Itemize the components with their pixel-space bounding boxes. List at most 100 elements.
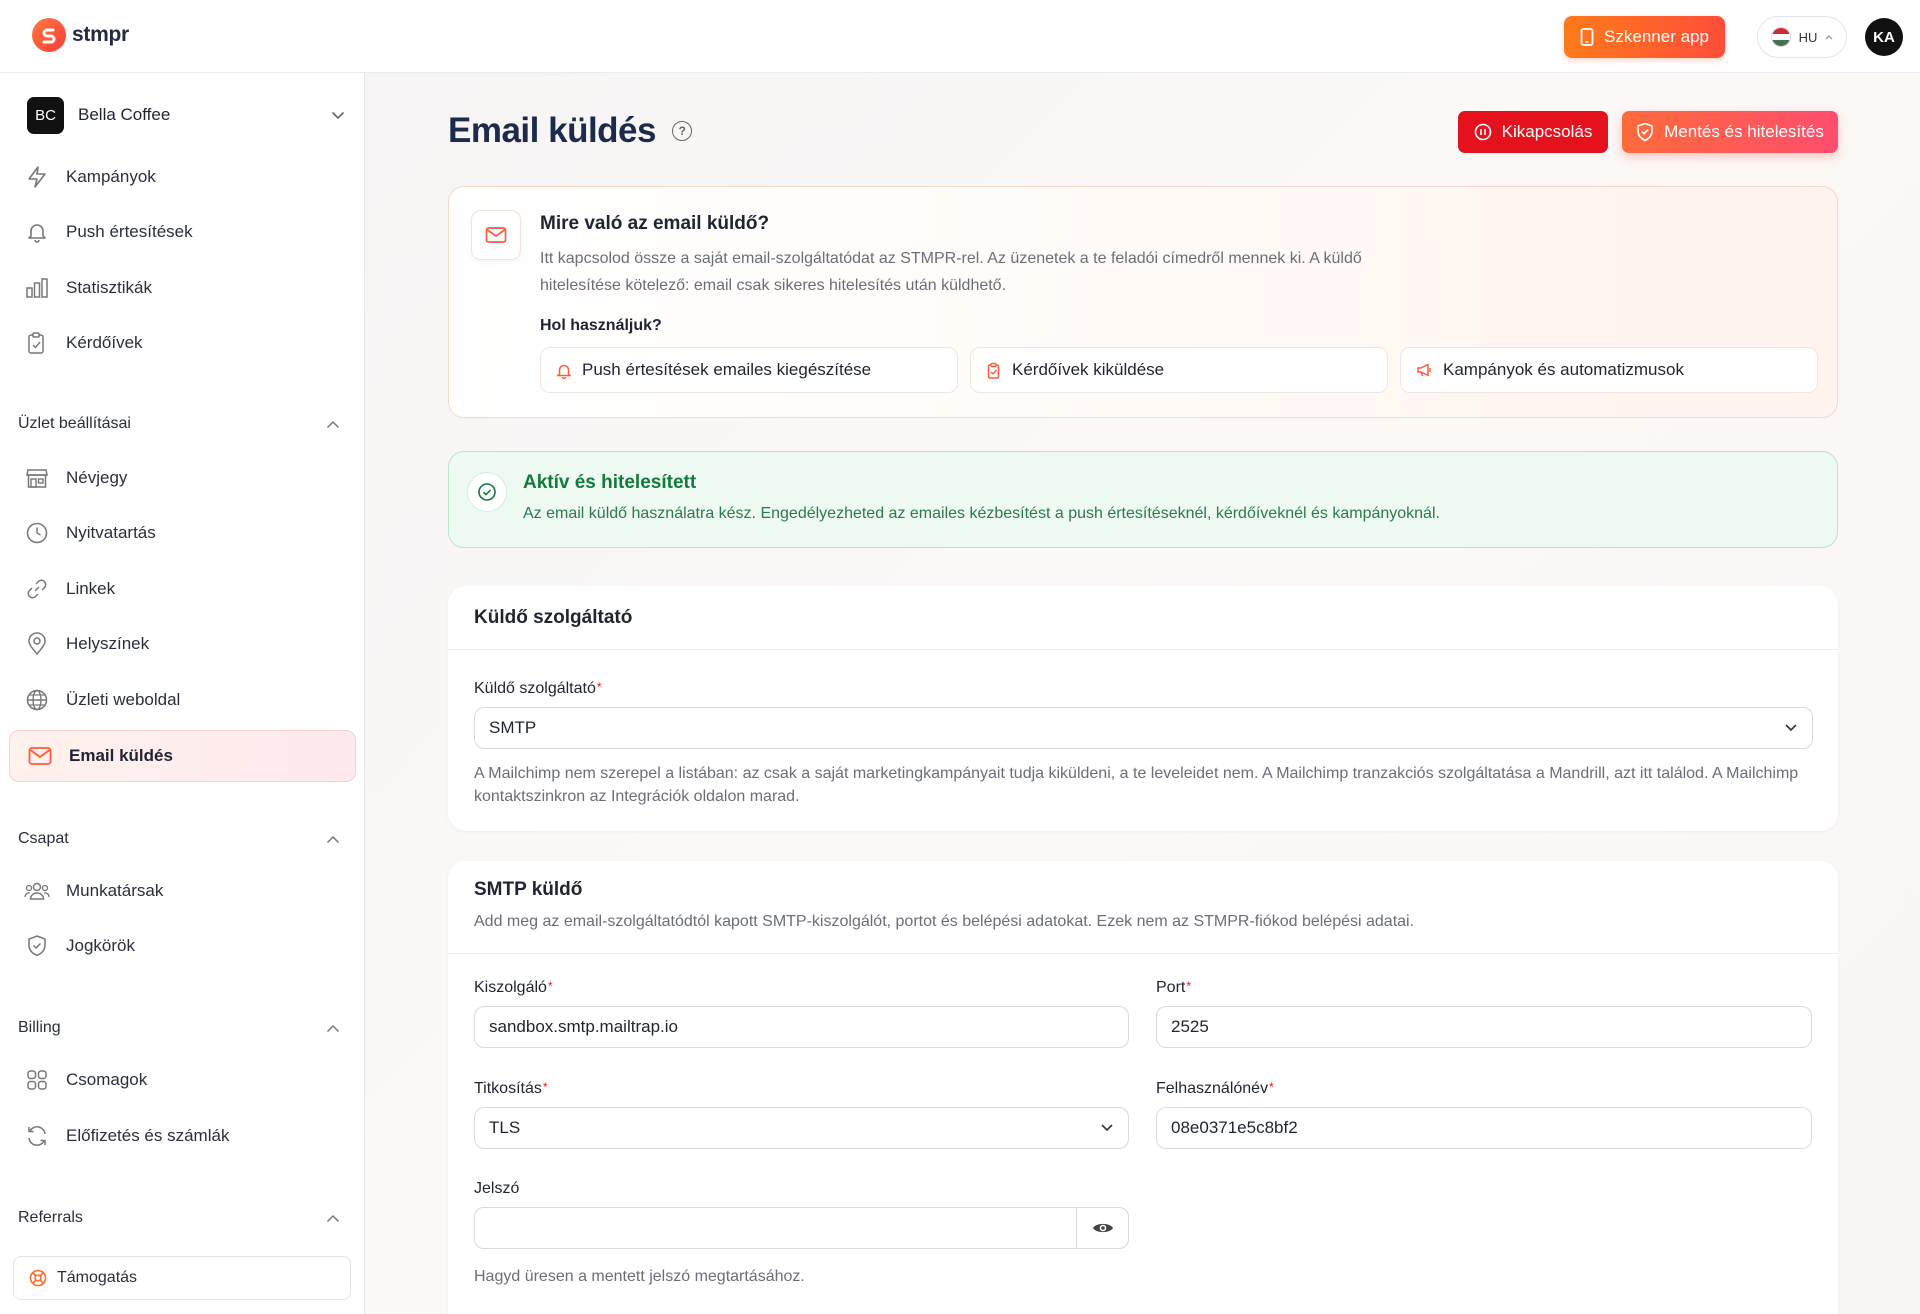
bar-chart-icon: [24, 275, 50, 301]
hungary-flag-icon: [1770, 27, 1791, 47]
section-team[interactable]: Csapat: [18, 830, 340, 848]
sidebar-item-surveys[interactable]: Kérdőívek: [24, 325, 143, 361]
chevron-up-icon: [326, 420, 340, 428]
clock-icon: [24, 520, 50, 546]
provider-card: Küldő szolgáltató Küldő szolgáltató* SMT…: [448, 586, 1838, 831]
status-text: Az email küldő használatra kész. Engedél…: [523, 505, 1440, 522]
port-input[interactable]: 2525: [1156, 1006, 1812, 1048]
section-billing[interactable]: Billing: [18, 1019, 340, 1037]
check-circle-icon: [467, 472, 507, 512]
support-label: Támogatás: [57, 1269, 138, 1286]
provider-card-title: Küldő szolgáltató: [448, 586, 1838, 650]
smtp-card-header: SMTP küldő Add meg az email-szolgáltatód…: [448, 861, 1838, 954]
shield-check-icon: [24, 933, 50, 959]
sidebar-item-profile[interactable]: Névjegy: [24, 460, 127, 496]
sidebar-item-subscription[interactable]: Előfizetés és számlák: [24, 1118, 229, 1154]
lightning-icon: [24, 164, 50, 190]
sidebar-item-links[interactable]: Linkek: [24, 571, 115, 607]
provider-select[interactable]: SMTP: [474, 707, 1813, 749]
scanner-app-label: Szkenner app: [1604, 27, 1709, 46]
pause-circle-icon: [1474, 123, 1491, 141]
section-shop-settings[interactable]: Üzlet beállításai: [18, 415, 340, 433]
user-avatar[interactable]: KA: [1865, 18, 1903, 56]
sidebar: BC Bella Coffee Kampányok Push értesítés…: [0, 73, 365, 1314]
host-input[interactable]: sandbox.smtp.mailtrap.io: [474, 1006, 1129, 1048]
mail-icon: [471, 210, 521, 260]
sidebar-item-label: Helyszínek: [66, 634, 150, 653]
phone-icon: [1580, 28, 1594, 46]
usage-chip-campaigns: Kampányok és automatizmusok: [1400, 347, 1818, 393]
host-label: Kiszolgáló*: [474, 979, 553, 996]
globe-icon: [24, 687, 50, 713]
sidebar-item-permissions[interactable]: Jogkörök: [24, 928, 135, 964]
sidebar-item-label: Email küldés: [69, 746, 173, 765]
usage-chip-label: Kérdőívek kiküldése: [1012, 360, 1165, 379]
main-content: Email küldés ? Kikapcsolás Mentés és hit…: [366, 73, 1920, 1314]
sidebar-item-locations[interactable]: Helyszínek: [24, 626, 149, 662]
encryption-select[interactable]: TLS: [474, 1107, 1129, 1149]
usage-chip-push: Push értesítések emailes kiegészítése: [540, 347, 958, 393]
disable-button[interactable]: Kikapcsolás: [1458, 111, 1608, 153]
top-bar: stmpr Szkenner app HU KA: [0, 0, 1920, 73]
sidebar-item-email-sending[interactable]: Email küldés: [9, 730, 356, 782]
sidebar-item-label: Csomagok: [66, 1070, 148, 1089]
store-icon: [24, 465, 50, 491]
password-input[interactable]: [474, 1207, 1129, 1249]
chevron-down-icon: [1101, 1124, 1113, 1132]
page-title: Email küldés ?: [448, 111, 692, 151]
status-card: Aktív és hitelesített Az email küldő has…: [448, 451, 1838, 548]
scanner-app-button[interactable]: Szkenner app: [1564, 16, 1725, 58]
sidebar-item-campaigns[interactable]: Kampányok: [24, 159, 156, 195]
section-referrals[interactable]: Referrals: [18, 1209, 340, 1227]
org-badge: BC: [27, 96, 64, 134]
show-password-button[interactable]: [1076, 1208, 1128, 1248]
sidebar-item-push[interactable]: Push értesítések: [24, 214, 193, 250]
provider-select-value: SMTP: [489, 718, 537, 737]
map-pin-icon: [24, 631, 50, 657]
sidebar-item-label: Üzleti weboldal: [66, 690, 181, 709]
language-selector[interactable]: HU: [1757, 16, 1847, 58]
section-title: Billing: [18, 1019, 61, 1036]
shield-check-icon: [1637, 122, 1653, 142]
status-title: Aktív és hitelesített: [523, 472, 697, 493]
section-title: Üzlet beállításai: [18, 415, 131, 432]
mail-icon: [27, 743, 53, 769]
sidebar-item-label: Statisztikák: [66, 278, 152, 297]
clipboard-icon: [24, 330, 50, 356]
bell-icon: [556, 364, 572, 379]
info-card: Mire való az email küldő? Itt kapcsolod …: [448, 186, 1838, 418]
usage-chip-surveys: Kérdőívek kiküldése: [970, 347, 1388, 393]
grid-icon: [24, 1067, 50, 1093]
sidebar-item-label: Nyitvatartás: [66, 523, 156, 542]
chevron-up-icon: [326, 1024, 340, 1032]
logo[interactable]: stmpr: [32, 18, 129, 52]
sidebar-item-label: Push értesítések: [66, 222, 193, 241]
sidebar-item-opening-hours[interactable]: Nyitvatartás: [24, 515, 156, 551]
logo-text: stmpr: [72, 23, 129, 46]
logo-icon: [32, 18, 66, 52]
password-label: Jelszó: [474, 1180, 520, 1197]
megaphone-icon: [1417, 363, 1431, 377]
support-button[interactable]: Támogatás: [13, 1256, 351, 1300]
sidebar-item-label: Linkek: [66, 579, 116, 598]
org-switcher[interactable]: BC Bella Coffee: [27, 96, 345, 134]
save-and-verify-button[interactable]: Mentés és hitelesítés: [1622, 111, 1838, 153]
info-text: Itt kapcsolod össze a saját email-szolgá…: [540, 250, 1362, 294]
disable-label: Kikapcsolás: [1501, 122, 1593, 141]
sidebar-item-label: Előfizetés és számlák: [66, 1126, 230, 1145]
sidebar-item-staff[interactable]: Munkatársak: [24, 873, 163, 909]
sidebar-item-plans[interactable]: Csomagok: [24, 1062, 147, 1098]
sidebar-item-website[interactable]: Üzleti weboldal: [24, 682, 180, 718]
encryption-label: Titkosítás*: [474, 1080, 548, 1097]
org-name: Bella Coffee: [78, 105, 171, 124]
link-icon: [24, 576, 50, 602]
provider-field-label: Küldő szolgáltató*: [474, 680, 602, 697]
username-label: Felhasználónév*: [1156, 1080, 1274, 1097]
username-input[interactable]: 08e0371e5c8bf2: [1156, 1107, 1812, 1149]
users-icon: [24, 878, 50, 904]
sidebar-item-statistics[interactable]: Statisztikák: [24, 270, 152, 306]
help-icon[interactable]: ?: [671, 121, 692, 141]
usage-chip-label: Kampányok és automatizmusok: [1443, 360, 1684, 379]
chevron-up-icon: [1825, 35, 1833, 40]
info-title: Mire való az email küldő?: [540, 213, 770, 234]
